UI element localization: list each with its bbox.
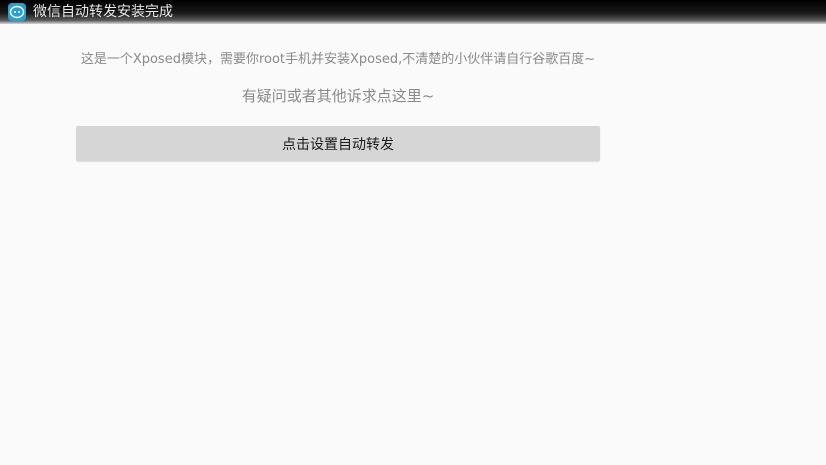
title-bar: 微信自动转发安装完成 xyxy=(0,0,826,24)
help-link[interactable]: 有疑问或者其他诉求点这里~ xyxy=(76,85,600,107)
setup-auto-forward-button[interactable]: 点击设置自动转发 xyxy=(76,126,600,161)
app-title: 微信自动转发安装完成 xyxy=(33,4,173,20)
description-text: 这是一个Xposed模块，需要你root手机并安装Xposed,不清楚的小伙伴请… xyxy=(80,52,596,67)
app-logo-icon xyxy=(8,3,26,21)
setup-auto-forward-button-label: 点击设置自动转发 xyxy=(282,136,394,153)
